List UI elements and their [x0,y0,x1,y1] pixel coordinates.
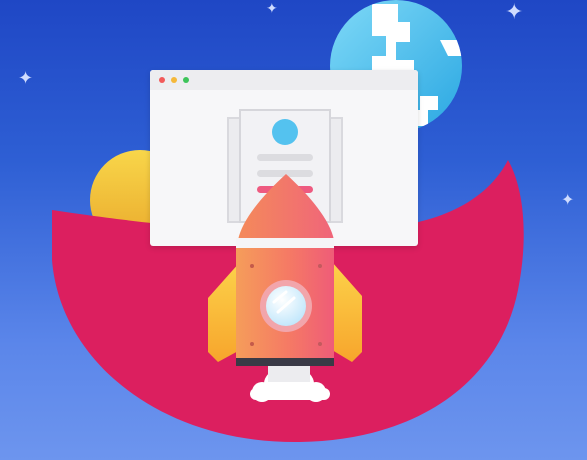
star-icon: ✦ [266,1,278,17]
rocket-icon [208,174,362,402]
star-icon: ✦ [18,68,34,89]
left-fin [208,262,240,362]
star-icon: ✦ [561,190,575,209]
star-icon: ✦ [505,0,524,25]
right-fin [332,262,362,362]
illustration-scene: ✦ ✦ ✦ ✦ [0,0,587,460]
porthole-window [260,280,312,332]
